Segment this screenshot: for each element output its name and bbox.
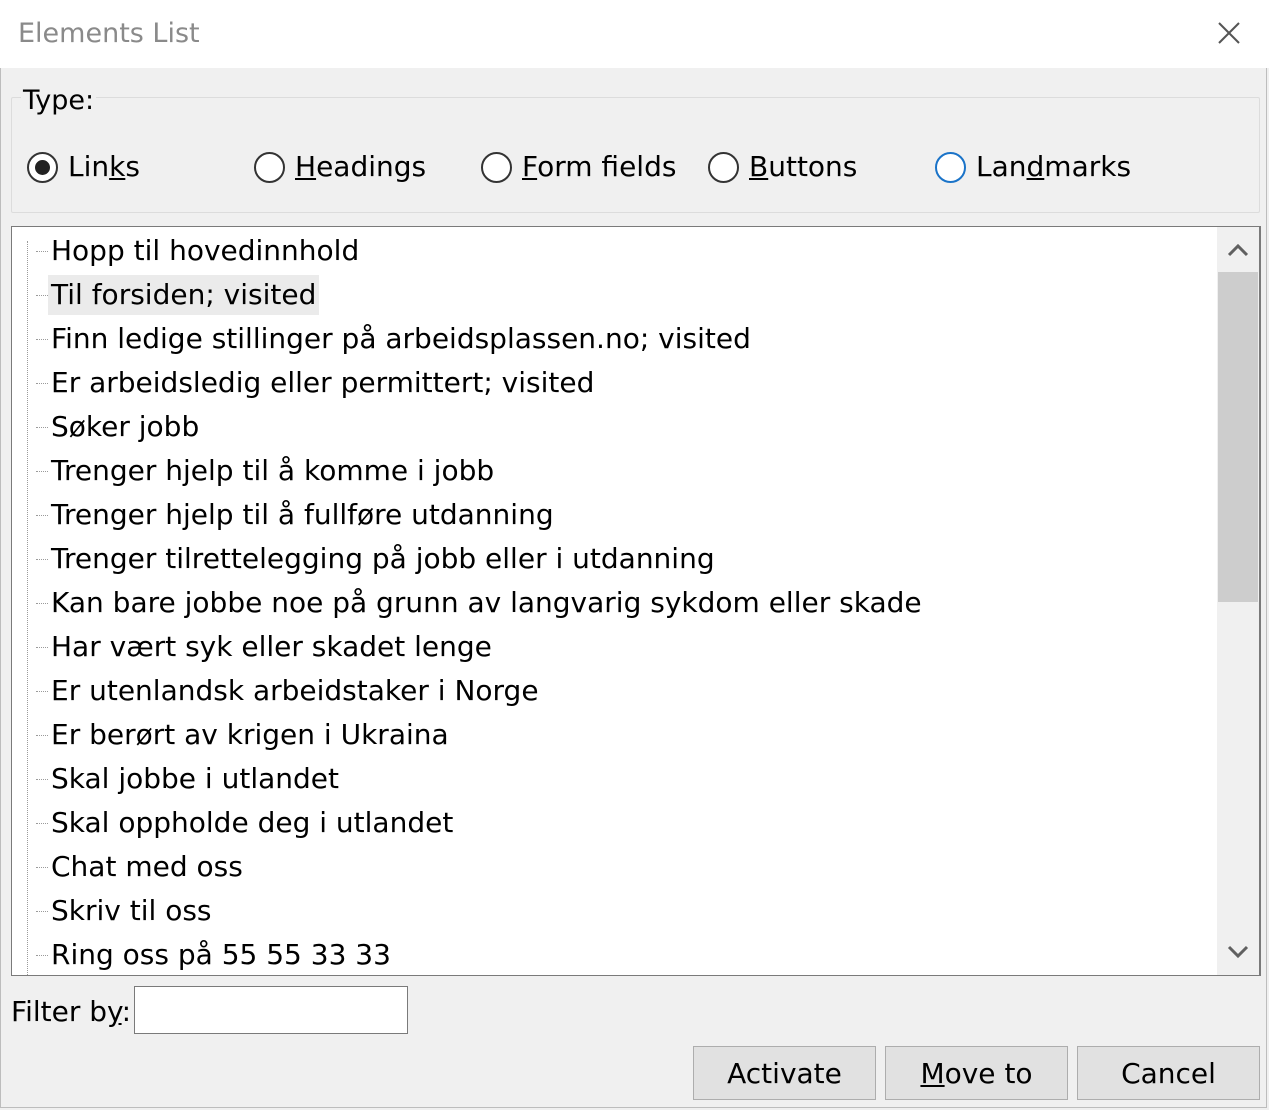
scroll-up-button[interactable] (1217, 228, 1259, 272)
tree-connector (36, 910, 48, 912)
filter-label: Filter by: (11, 995, 132, 1028)
radio-label: Buttons (749, 150, 858, 183)
title-bar: Elements List (0, 0, 1269, 68)
cancel-button[interactable]: Cancel (1077, 1046, 1260, 1100)
list-item-label: Søker jobb (51, 410, 200, 443)
radio-circle (254, 151, 285, 183)
list-item-label: Trenger tilrettelegging på jobb eller i … (51, 542, 715, 575)
list-item[interactable]: Chat med oss (36, 845, 246, 889)
radio-circle (708, 151, 739, 183)
activate-button[interactable]: Activate (693, 1046, 876, 1100)
list-item[interactable]: Er arbeidsledig eller permittert; visite… (36, 361, 597, 405)
move-to-button[interactable]: Move to (885, 1046, 1068, 1100)
list-item-label: Finn ledige stillinger på arbeidsplassen… (51, 322, 751, 355)
list-item-label: Har vært syk eller skadet lenge (51, 630, 492, 663)
list-item[interactable]: Finn ledige stillinger på arbeidsplassen… (36, 317, 754, 361)
list-item[interactable]: Til forsiden; visited (36, 273, 320, 317)
radio-label: Landmarks (976, 150, 1132, 183)
list-item-label: Skal jobbe i utlandet (51, 762, 339, 795)
tree-connector (36, 250, 48, 252)
radio-links[interactable]: Links (27, 148, 140, 186)
radio-landmarks[interactable]: Landmarks (935, 148, 1131, 186)
list-item[interactable]: Skal oppholde deg i utlandet (36, 801, 456, 845)
tree-connector (36, 734, 48, 736)
chevron-down-icon (1227, 945, 1249, 959)
list-item-label: Trenger hjelp til å fullføre utdanning (51, 498, 554, 531)
list-item-label: Hopp til hovedinnhold (51, 234, 360, 267)
radio-label: Headings (295, 150, 427, 183)
tree-connector (36, 822, 48, 824)
tree-connector (36, 602, 48, 604)
close-icon (1218, 22, 1240, 44)
tree-connector (36, 558, 48, 560)
list-item-label: Er arbeidsledig eller permittert; visite… (51, 366, 595, 399)
list-item-label: Chat med oss (51, 850, 243, 883)
elements-list[interactable]: Hopp til hovedinnhold Til forsiden; visit… (11, 226, 1261, 976)
list-item[interactable]: Trenger hjelp til å fullføre utdanning (36, 493, 557, 537)
window-title: Elements List (18, 18, 200, 49)
close-button[interactable] (1200, 8, 1258, 58)
tree-connector (36, 690, 48, 692)
radio-label: Links (68, 150, 140, 183)
list-item[interactable]: Skal jobbe i utlandet (36, 757, 342, 801)
radio-headings[interactable]: Headings (254, 148, 426, 186)
tree-line (27, 241, 28, 975)
list-item[interactable]: Skriv til oss (36, 889, 215, 933)
tree-connector (36, 426, 48, 428)
tree-connector (36, 294, 48, 296)
radio-buttons[interactable]: Buttons (708, 148, 857, 186)
list-item-label: Trenger hjelp til å komme i jobb (51, 454, 495, 487)
tree-connector (36, 954, 48, 956)
list-item[interactable]: Søker jobb (36, 405, 202, 449)
tree-connector (36, 470, 48, 472)
list-item-label: Skriv til oss (51, 894, 212, 927)
tree-connector (36, 514, 48, 516)
list-item[interactable]: Er berørt av krigen i Ukraina (36, 713, 452, 757)
radio-form-fields[interactable]: Form fields (481, 148, 676, 186)
type-group-label: Type: (21, 84, 97, 118)
list-item[interactable]: Kan bare jobbe noe på grunn av langvarig… (36, 581, 925, 625)
list-item[interactable]: Trenger hjelp til å komme i jobb (36, 449, 497, 493)
tree-connector (36, 778, 48, 780)
tree-connector (36, 382, 48, 384)
scrollbar-thumb[interactable] (1218, 272, 1258, 602)
list-item[interactable]: Er utenlandsk arbeidstaker i Norge (36, 669, 542, 713)
list-item[interactable]: Har vært syk eller skadet lenge (36, 625, 495, 669)
tree-connector (36, 866, 48, 868)
list-item-label: Er utenlandsk arbeidstaker i Norge (51, 674, 539, 707)
list-item-label: Kan bare jobbe noe på grunn av langvarig… (51, 586, 922, 619)
filter-input[interactable] (134, 986, 408, 1034)
scroll-down-button[interactable] (1217, 930, 1259, 974)
tree-connector (36, 646, 48, 648)
list-item-label: Ring oss på 55 55 33 33 (51, 938, 391, 971)
list-item[interactable]: Trenger tilrettelegging på jobb eller i … (36, 537, 718, 581)
list-item[interactable]: Hopp til hovedinnhold (36, 229, 362, 273)
radio-selected-dot (35, 159, 50, 175)
list-item-label: Skal oppholde deg i utlandet (51, 806, 454, 839)
radio-label: Form fields (522, 150, 677, 183)
radio-circle (935, 151, 966, 183)
radio-circle (481, 151, 512, 183)
list-item-label: Er berørt av krigen i Ukraina (51, 718, 449, 751)
chevron-up-icon (1227, 243, 1249, 257)
list-item[interactable]: Ring oss på 55 55 33 33 (36, 933, 394, 975)
list-item-label: Til forsiden; visited (48, 275, 320, 315)
tree-connector (36, 338, 48, 340)
radio-circle (27, 151, 58, 183)
